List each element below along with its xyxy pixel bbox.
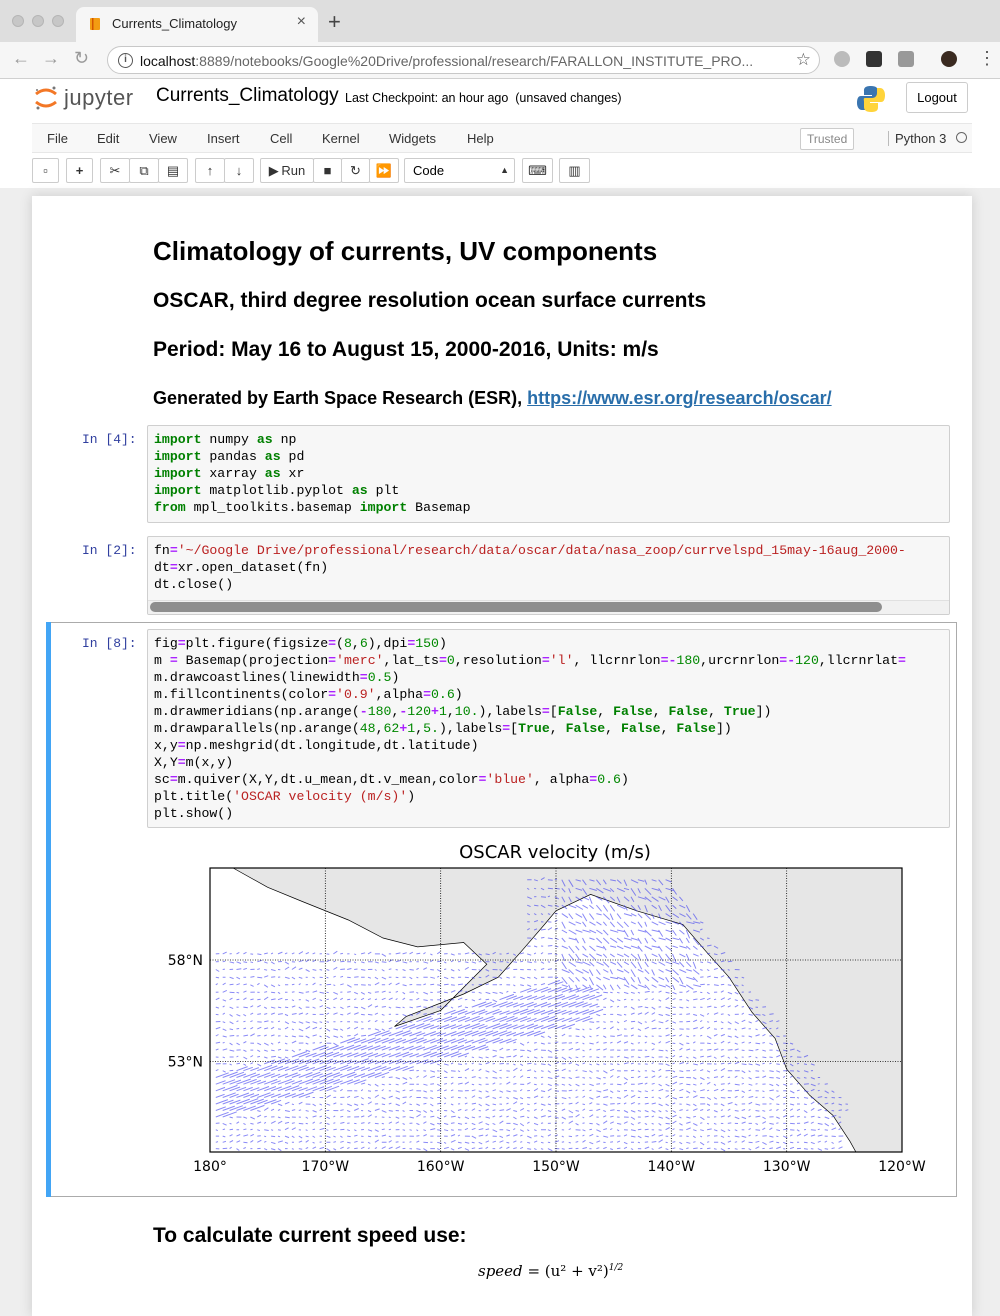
menu-cell[interactable]: Cell	[270, 131, 292, 146]
y-tick-label: 58°N	[168, 953, 203, 969]
code-cell-imports[interactable]: import numpy as np import pandas as pd i…	[147, 425, 950, 523]
command-palette-icon[interactable]: ⌨	[522, 158, 553, 183]
y-tick-label: 53°N	[168, 1055, 203, 1071]
x-tick-label: 140°W	[648, 1159, 696, 1175]
horizontal-scrollbar-thumb[interactable]	[150, 602, 882, 612]
x-tick-label: 170°W	[302, 1159, 350, 1175]
x-tick-label: 150°W	[532, 1159, 580, 1175]
notebook-icon	[90, 18, 100, 30]
quiver-map-chart: OSCAR velocity (m/s) 180° 170°W 160°W 150°W…	[168, 842, 926, 1175]
cut-icon[interactable]: ✂	[100, 158, 130, 183]
x-tick-label: 130°W	[763, 1159, 811, 1175]
cell-type-select[interactable]: Code ▲	[404, 158, 515, 183]
window-zoom-button[interactable]	[52, 15, 64, 27]
back-icon[interactable]: ←	[12, 48, 30, 69]
markdown-h2-period: Period: May 16 to August 15, 2000-2016, …	[153, 338, 659, 361]
esr-link[interactable]: https://www.esr.org/research/oscar/	[527, 388, 831, 408]
menu-edit[interactable]: Edit	[97, 131, 119, 146]
insert-cell-icon[interactable]: +	[66, 158, 93, 183]
markdown-h1: Climatology of currents, UV components	[153, 236, 658, 266]
url-text: localhost:8889/notebooks/Google%20Drive/…	[140, 53, 754, 69]
menu-bar: File Edit View Insert Cell Kernel Widget…	[0, 123, 1000, 155]
cell-prompt: In [8]:	[82, 636, 137, 651]
markdown-h2-oscar: OSCAR, third degree resolution ocean sur…	[153, 289, 707, 312]
kernel-name[interactable]: Python 3	[888, 131, 946, 146]
x-tick-label: 120°W	[878, 1159, 926, 1175]
forward-icon[interactable]: →	[42, 48, 60, 69]
tab-close-icon[interactable]: ×	[297, 13, 306, 31]
browser-menu-icon[interactable]: ⋮	[978, 48, 996, 69]
browser-toolbar: ← → ↻ i localhost:8889/notebooks/Google%…	[0, 42, 1000, 79]
bookmark-star-icon[interactable]: ☆	[796, 50, 811, 70]
restart-run-all-icon[interactable]: ⏩	[369, 158, 399, 183]
menu-file[interactable]: File	[47, 131, 68, 146]
info-icon[interactable]: i	[118, 53, 133, 68]
code-cell-plot[interactable]: fig=plt.figure(figsize=(8,6),dpi=150) m …	[147, 629, 950, 828]
storage-extension-icon[interactable]	[898, 51, 914, 67]
markdown-bottom-heading: To calculate current speed use:	[153, 1224, 467, 1247]
reload-icon[interactable]: ↻	[74, 48, 89, 69]
paste-icon[interactable]: ▤	[158, 158, 188, 183]
menu-help[interactable]: Help	[467, 131, 494, 146]
plot-output: OSCAR velocity (m/s) 180° 170°W 160°W 150°W…	[150, 835, 940, 1180]
menu-view[interactable]: View	[149, 131, 177, 146]
chart-icon[interactable]: ▥	[559, 158, 590, 183]
jupyter-logo-icon[interactable]	[34, 84, 58, 112]
new-tab-button[interactable]: +	[328, 9, 341, 35]
move-down-icon[interactable]: ↓	[224, 158, 254, 183]
profile-avatar[interactable]	[941, 51, 957, 67]
menu-widgets[interactable]: Widgets	[389, 131, 436, 146]
address-bar[interactable]: i localhost:8889/notebooks/Google%20Driv…	[107, 46, 820, 74]
cell-prompt: In [4]:	[82, 432, 137, 447]
kernel-idle-icon	[956, 132, 967, 143]
code-cell-open-dataset[interactable]: fn='~/Google Drive/professional/research…	[147, 536, 950, 615]
markdown-h3-generated: Generated by Earth Space Research (ESR),…	[153, 388, 832, 408]
trusted-indicator[interactable]: Trusted	[800, 128, 855, 150]
window-close-button[interactable]	[12, 15, 24, 27]
interrupt-icon[interactable]: ■	[313, 158, 342, 183]
menu-insert[interactable]: Insert	[207, 131, 240, 146]
tab-title: Currents_Climatology	[112, 16, 237, 31]
chart-title: OSCAR velocity (m/s)	[459, 842, 651, 863]
save-icon[interactable]: ▫	[32, 158, 59, 183]
copy-icon[interactable]: ⧉	[129, 158, 159, 183]
jupyter-header: jupyter Currents_Climatology Last Checkp…	[0, 79, 1000, 123]
window-minimize-button[interactable]	[32, 15, 44, 27]
notebook-name[interactable]: Currents_Climatology	[156, 85, 339, 107]
run-button[interactable]: ▶ Run	[260, 158, 314, 183]
x-tick-label: 180°	[193, 1159, 227, 1175]
selected-cell-indicator	[46, 622, 51, 1197]
cell-prompt: In [2]:	[82, 543, 137, 558]
checkpoint-status: Last Checkpoint: an hour ago (unsaved ch…	[345, 91, 622, 105]
logout-button[interactable]: Logout	[906, 82, 968, 113]
lightbulb-extension-icon[interactable]	[866, 51, 882, 67]
x-tick-label: 160°W	[417, 1159, 465, 1175]
browser-tab-bar: Currents_Climatology × +	[0, 0, 1000, 42]
cloud-extension-icon[interactable]	[834, 51, 850, 67]
move-up-icon[interactable]: ↑	[195, 158, 225, 183]
python-logo-icon	[857, 86, 885, 112]
horizontal-scrollbar-track[interactable]	[148, 600, 949, 614]
notebook-toolbar: ▫ + ✂ ⧉ ▤ ↑ ↓ ▶ Run ■ ↻ ⏩ Code ▲ ⌨ ▥	[0, 155, 1000, 188]
jupyter-wordmark: jupyter	[64, 85, 134, 110]
restart-icon[interactable]: ↻	[341, 158, 370, 183]
browser-tab[interactable]: Currents_Climatology ×	[76, 7, 318, 42]
menu-kernel[interactable]: Kernel	[322, 131, 360, 146]
speed-formula: speed = (u² + v²)1/2	[478, 1262, 624, 1280]
